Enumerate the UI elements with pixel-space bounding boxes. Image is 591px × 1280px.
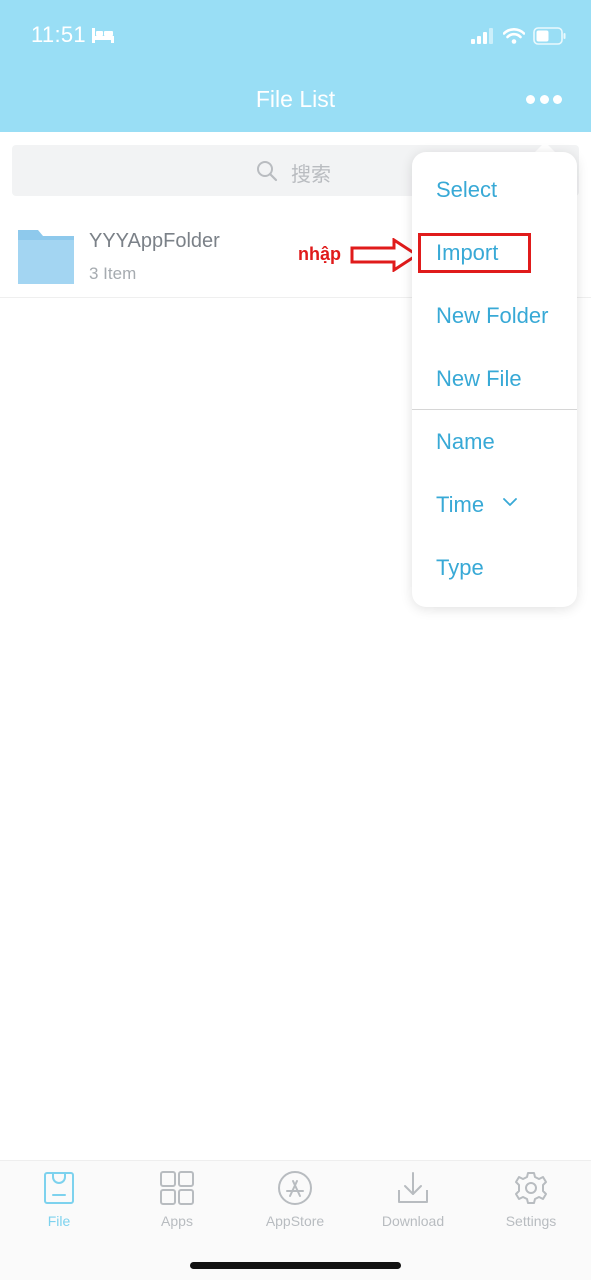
chevron-down-icon (503, 498, 517, 506)
tab-label: Download (381, 1213, 445, 1229)
folder-icon (18, 230, 74, 284)
tab-appstore[interactable]: AppStore (236, 1168, 354, 1232)
wifi-icon (503, 28, 525, 44)
annotation-highlight-box (418, 233, 531, 273)
gear-icon (515, 1172, 547, 1204)
file-name: YYYAppFolder (89, 230, 220, 252)
grid-icon (160, 1171, 194, 1205)
tab-download[interactable]: Download (354, 1168, 472, 1232)
tab-label: Settings (505, 1213, 557, 1229)
menu-item-new-folder[interactable]: New Folder (436, 303, 548, 329)
tab-file[interactable]: File (0, 1168, 118, 1232)
menu-item-sort-time[interactable]: Time (436, 492, 484, 518)
ellipsis-icon[interactable] (526, 92, 562, 106)
battery-icon (533, 27, 566, 45)
search-placeholder: 搜索 (291, 164, 331, 186)
page-title: File List (255, 86, 336, 112)
menu-item-new-file[interactable]: New File (436, 366, 522, 392)
home-indicator (190, 1262, 401, 1269)
menu-item-sort-name[interactable]: Name (436, 429, 495, 455)
tab-label: Apps (161, 1213, 193, 1229)
signal-icon (471, 28, 493, 44)
tab-apps[interactable]: Apps (118, 1168, 236, 1232)
menu-item-sort-type[interactable]: Type (436, 555, 484, 581)
tab-label: File (47, 1213, 71, 1229)
annotation-label: nhập (298, 244, 341, 264)
menu-divider (412, 409, 577, 410)
bed-icon (92, 28, 114, 43)
tab-settings[interactable]: Settings (472, 1168, 590, 1232)
arrow-right-icon (350, 238, 420, 272)
menu-item-select[interactable]: Select (436, 177, 497, 203)
tab-label: AppStore (265, 1213, 325, 1229)
appstore-icon (278, 1171, 312, 1205)
file-bag-icon (44, 1172, 74, 1204)
file-count: 3 Item (89, 264, 137, 283)
status-icons (471, 26, 567, 46)
search-icon (257, 161, 278, 182)
download-icon (398, 1172, 428, 1203)
status-time: 11:51 (31, 22, 86, 47)
